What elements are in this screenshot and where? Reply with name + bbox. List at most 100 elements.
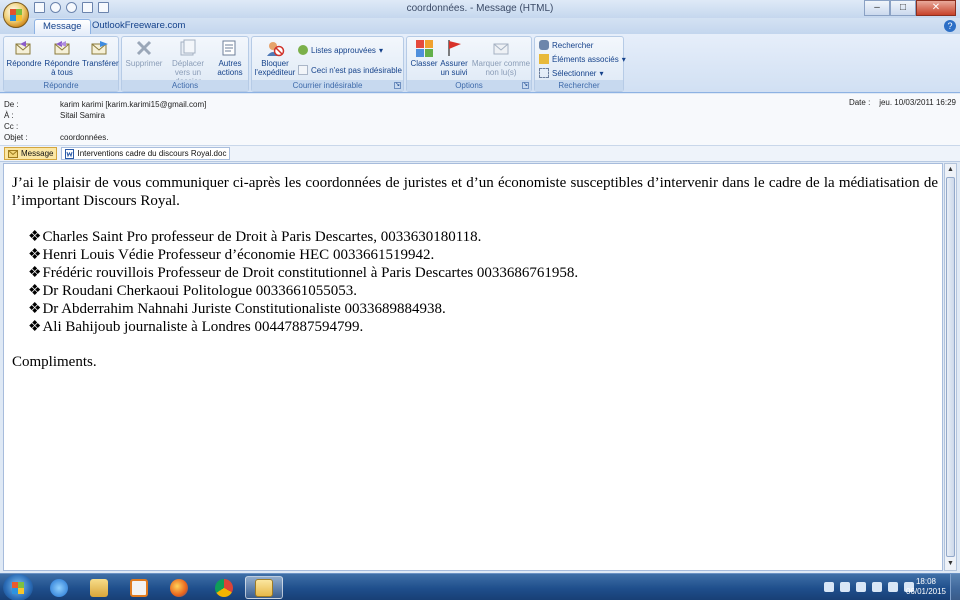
- help-icon[interactable]: ?: [944, 20, 956, 32]
- dropdown-arrow-icon: ▾: [378, 45, 383, 55]
- mark-unread-button[interactable]: Marquer comme non lu(s): [471, 39, 531, 77]
- start-button[interactable]: [3, 574, 33, 600]
- taskbar-file-explorer[interactable]: [80, 576, 118, 599]
- maximize-button[interactable]: □: [890, 0, 916, 16]
- taskbar-clock[interactable]: 18:08 06/01/2015: [906, 577, 946, 597]
- taskbar-outlook[interactable]: [245, 576, 283, 599]
- select-icon: [539, 68, 549, 78]
- close-button[interactable]: ✕: [916, 0, 956, 16]
- tray-up-arrow-icon[interactable]: [856, 582, 866, 592]
- list-item-text: Ali Bahijoub journaliste à Londres 00447…: [42, 319, 364, 335]
- vertical-scrollbar[interactable]: ▲ ▼: [944, 163, 957, 571]
- bullet-icon: ❖: [28, 247, 42, 263]
- dialog-launcher-icon[interactable]: ↘: [522, 82, 529, 89]
- windows-logo-icon: [12, 582, 24, 594]
- word-doc-icon: [65, 148, 75, 159]
- safe-lists-icon: [298, 45, 308, 55]
- categorize-button[interactable]: Classer: [409, 39, 439, 68]
- delete-icon: [134, 39, 154, 57]
- binoculars-icon: [539, 40, 549, 50]
- taskbar-media-player[interactable]: [120, 576, 158, 599]
- taskbar-internet-explorer[interactable]: [40, 576, 78, 599]
- list-item-text: Charles Saint Pro professeur de Droit à …: [42, 229, 482, 245]
- attachment-message-label: Message: [21, 149, 54, 158]
- attachment-doc-label: Interventions cadre du discours Royal.do…: [77, 149, 227, 158]
- dialog-launcher-icon[interactable]: ↘: [394, 82, 401, 89]
- follow-up-button[interactable]: Assurer un suivi: [439, 39, 469, 77]
- cc-label: Cc :: [4, 122, 19, 131]
- dropdown-arrow-icon: ▾: [621, 54, 626, 64]
- from-label: De :: [4, 100, 19, 109]
- flag-icon: [444, 39, 464, 57]
- bullet-icon: ❖: [28, 283, 42, 299]
- reply-button[interactable]: Répondre: [6, 39, 42, 68]
- tray-flag-icon[interactable]: [872, 582, 882, 592]
- bullet-icon: ❖: [28, 229, 42, 245]
- group-label-actions: Actions: [122, 80, 248, 91]
- group-label-rechercher: Rechercher: [535, 80, 623, 91]
- list-item: ❖ Henri Louis Védie Professeur d’économie…: [28, 246, 578, 264]
- forward-button[interactable]: Transférer: [82, 39, 119, 68]
- categorize-label: Classer: [410, 59, 438, 68]
- system-tray: [824, 582, 914, 592]
- forward-icon: [90, 39, 110, 57]
- tab-message[interactable]: Message: [34, 19, 91, 34]
- subject-label: Objet :: [4, 133, 28, 142]
- other-actions-icon: [220, 39, 240, 57]
- reply-all-button[interactable]: Répondre à tous: [44, 39, 80, 77]
- block-sender-button[interactable]: Bloquer l'expéditeur: [254, 39, 296, 77]
- message-headers: De : karim karimi [karim.karimi15@gmail.…: [0, 94, 960, 146]
- firefox-icon: [170, 578, 188, 597]
- delete-button[interactable]: Supprimer: [124, 39, 164, 68]
- forward-label: Transférer: [82, 59, 119, 68]
- scroll-thumb[interactable]: [946, 177, 955, 557]
- list-item: ❖ Frédéric rouvillois Professeur de Droit…: [28, 264, 578, 282]
- taskbar-firefox[interactable]: [160, 576, 198, 599]
- list-item-text: Henri Louis Védie Professeur d’économie …: [42, 247, 435, 263]
- minimize-button[interactable]: –: [864, 0, 890, 16]
- not-junk-button[interactable]: Ceci n'est pas indésirable: [298, 65, 402, 75]
- file-explorer-icon: [90, 578, 108, 597]
- to-value[interactable]: Sitail Samira: [60, 110, 105, 121]
- window-title: coordonnées. - Message (HTML): [406, 3, 554, 14]
- office-logo-icon: [10, 9, 22, 21]
- follow-up-label: Assurer un suivi: [440, 59, 468, 77]
- taskbar-chrome[interactable]: [205, 576, 243, 599]
- select-button[interactable]: Sélectionner ▾: [539, 68, 604, 78]
- safe-lists-button[interactable]: Listes approuvées ▾: [298, 45, 383, 55]
- list-item: ❖ Dr Roudani Cherkaoui Politologue 003366…: [28, 282, 578, 300]
- clock-time: 18:08: [915, 577, 936, 586]
- clock-date: 06/01/2015: [905, 587, 946, 596]
- network-icon[interactable]: [888, 582, 898, 592]
- ribbon-tabs: Message OutlookFreeware.com ?: [0, 18, 960, 34]
- show-desktop-button[interactable]: [950, 574, 960, 600]
- attachment-message[interactable]: Message: [4, 147, 58, 160]
- scroll-up-icon[interactable]: ▲: [945, 164, 956, 176]
- block-sender-icon: [265, 39, 285, 57]
- header-date: Date : jeu. 10/03/2011 16:29: [849, 98, 956, 107]
- find-button[interactable]: Rechercher: [539, 40, 593, 50]
- related-items-button[interactable]: Éléments associés ▾: [539, 54, 626, 64]
- other-actions-button[interactable]: Autres actions: [212, 39, 248, 77]
- tab-outlookfreeware[interactable]: OutlookFreeware.com: [84, 19, 193, 34]
- attachment-doc[interactable]: Interventions cadre du discours Royal.do…: [61, 147, 231, 160]
- subject-value: coordonnées.: [60, 133, 109, 142]
- reply-all-label: Répondre à tous: [44, 59, 80, 77]
- office-button[interactable]: [3, 2, 29, 28]
- from-value[interactable]: karim karimi [karim.karimi15@gmail.com]: [60, 99, 206, 110]
- message-body[interactable]: J’ai le plaisir de vous communiquer ci-a…: [3, 163, 943, 571]
- not-junk-label: Ceci n'est pas indésirable: [311, 65, 402, 75]
- group-courrier-indesirable: Bloquer l'expéditeur Listes approuvées ▾ …: [251, 36, 404, 92]
- scroll-down-icon[interactable]: ▼: [945, 558, 956, 570]
- group-label-repondre: Répondre: [4, 80, 118, 91]
- ribbon: Répondre Répondre à tous Transférer Répo…: [0, 34, 960, 93]
- mark-unread-icon: [491, 39, 511, 57]
- move-to-folder-button[interactable]: Déplacer vers un dossier: [164, 39, 212, 86]
- to-label: À :: [4, 111, 14, 120]
- group-options: Classer Assurer un suivi Marquer comme n…: [406, 36, 532, 92]
- window-controls: – □ ✕: [864, 0, 956, 16]
- tray-app-icon[interactable]: [824, 582, 834, 592]
- tray-shield-icon[interactable]: [840, 582, 850, 592]
- related-items-label: Éléments associés: [552, 54, 619, 64]
- delete-label: Supprimer: [125, 59, 163, 68]
